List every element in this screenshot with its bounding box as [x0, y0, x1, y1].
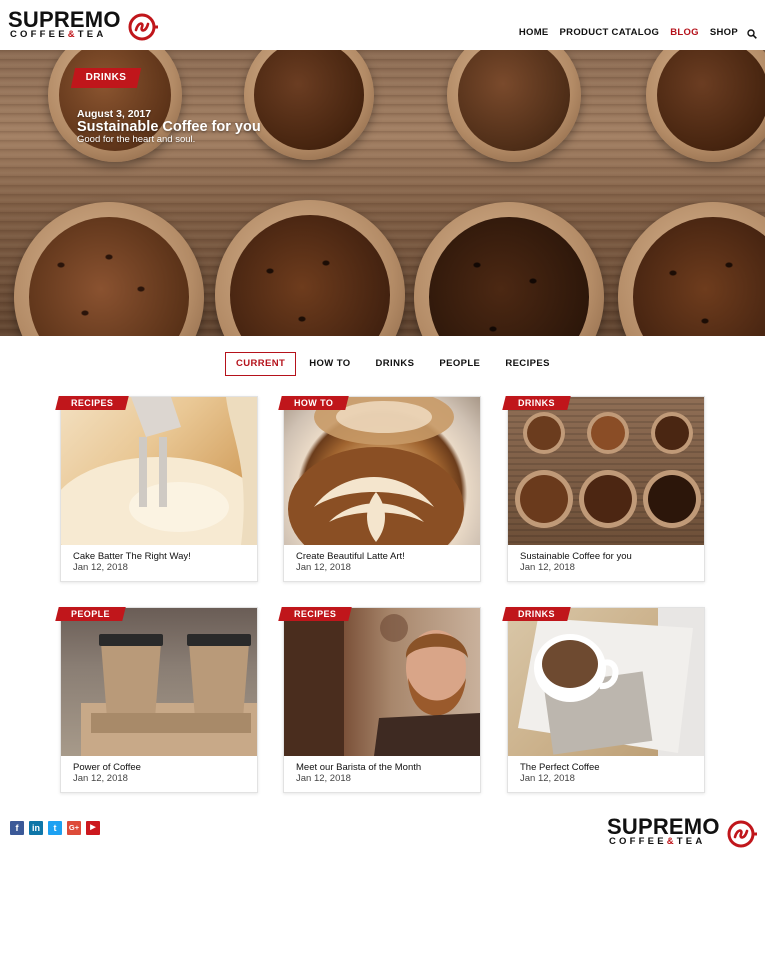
post-date: Jan 12, 2018	[296, 562, 351, 573]
brand-tagline-amp: &	[67, 29, 78, 40]
post-title[interactable]: Power of Coffee	[73, 762, 141, 773]
youtube-icon[interactable]: ▶	[86, 821, 100, 835]
coffee-cups-illustration	[81, 634, 257, 756]
post-category-badge[interactable]: DRINKS	[502, 607, 571, 621]
hero-bowl	[215, 200, 405, 336]
post-category-badge[interactable]: PEOPLE	[55, 607, 126, 621]
hero-bowl	[447, 50, 581, 162]
post-title[interactable]: Sustainable Coffee for you	[520, 551, 632, 562]
site-header: SUPREMO COFFEE&TEA HOME PRODUCT CATALOG …	[0, 0, 765, 50]
post-date: Jan 12, 2018	[520, 562, 575, 573]
facebook-icon[interactable]: f	[10, 821, 24, 835]
barista-illustration	[284, 608, 480, 756]
brand-mark-icon	[128, 13, 158, 41]
footer-tagline-right: TEA	[676, 836, 706, 847]
post-category-label: HOW TO	[294, 398, 334, 408]
post-title[interactable]: Cake Batter The Right Way!	[73, 551, 191, 562]
google-plus-icon[interactable]: G+	[67, 821, 81, 835]
latte-art-illustration	[288, 397, 464, 545]
tab-current[interactable]: CURRENT	[225, 352, 297, 376]
coffee-cup-illustration	[518, 608, 704, 756]
hero-bowl	[414, 202, 604, 336]
nav-home[interactable]: HOME	[519, 27, 549, 38]
post-category-label: DRINKS	[518, 609, 555, 619]
post-title[interactable]: Create Beautiful Latte Art!	[296, 551, 405, 562]
brand-tagline: COFFEE&TEA	[10, 30, 106, 40]
post-image[interactable]	[508, 397, 704, 545]
nav-shop[interactable]: SHOP	[710, 27, 738, 38]
twitter-icon[interactable]: t	[48, 821, 62, 835]
nav-blog[interactable]: BLOG	[670, 27, 699, 38]
post-category-badge[interactable]: DRINKS	[502, 396, 571, 410]
hero-category-label: DRINKS	[85, 72, 127, 83]
post-card[interactable]: PEOPLE Power of Coffee Jan 12, 2018	[55, 607, 258, 793]
post-category-label: RECIPES	[71, 398, 114, 408]
nav-product-catalog[interactable]: PRODUCT CATALOG	[560, 27, 660, 38]
footer-tagline-left: COFFEE	[609, 836, 667, 847]
main-nav: HOME PRODUCT CATALOG BLOG SHOP	[508, 27, 757, 39]
post-image[interactable]	[61, 397, 257, 545]
brand-tagline-left: COFFEE	[10, 29, 68, 40]
social-links: f in t G+ ▶	[10, 821, 105, 835]
post-image[interactable]	[508, 608, 704, 756]
mixer-illustration	[61, 397, 257, 545]
hero-subtitle: Good for the heart and soul.	[77, 134, 196, 145]
hero-bowl	[618, 202, 765, 336]
post-card[interactable]: DRINKS The Perfect Coffee Jan 12, 2018	[502, 607, 705, 793]
post-category-label: RECIPES	[294, 609, 337, 619]
search-icon[interactable]	[747, 28, 757, 39]
tab-recipes[interactable]: RECIPES	[505, 353, 550, 375]
post-date: Jan 12, 2018	[296, 773, 351, 784]
post-card[interactable]: HOW TO Create Beautiful Latte Art! Jan 1…	[278, 396, 481, 582]
brand-name: SUPREMO	[8, 7, 121, 32]
post-category-label: DRINKS	[518, 398, 555, 408]
category-filter-tabs: CURRENT HOW TO DRINKS PEOPLE RECIPES	[225, 352, 575, 376]
hero-bowl	[48, 50, 182, 162]
tab-people[interactable]: PEOPLE	[439, 353, 480, 375]
footer-brand-tagline: COFFEE&TEA	[609, 837, 705, 847]
footer-brand-logo[interactable]: SUPREMO COFFEE&TEA	[607, 816, 762, 850]
post-title[interactable]: Meet our Barista of the Month	[296, 762, 421, 773]
post-card[interactable]: RECIPES Meet our Barista of the Month Ja…	[278, 607, 481, 793]
post-image[interactable]	[61, 608, 257, 756]
post-category-label: PEOPLE	[71, 609, 110, 619]
post-date: Jan 12, 2018	[520, 773, 575, 784]
hero-bowl	[14, 202, 204, 336]
coffee-bowls-illustration	[515, 412, 701, 528]
hero-bowl	[646, 50, 765, 162]
tab-how-to[interactable]: HOW TO	[309, 353, 350, 375]
hero-title[interactable]: Sustainable Coffee for you	[77, 119, 261, 135]
hero-category-badge[interactable]: DRINKS	[70, 68, 142, 88]
post-category-badge[interactable]: RECIPES	[278, 607, 353, 621]
post-image[interactable]	[284, 608, 480, 756]
linkedin-icon[interactable]: in	[29, 821, 43, 835]
post-card[interactable]: DRINKS Sustainable Coffee for you Jan 12…	[502, 396, 705, 582]
post-image[interactable]	[284, 397, 480, 545]
post-date: Jan 12, 2018	[73, 773, 128, 784]
brand-logo[interactable]: SUPREMO COFFEE&TEA	[8, 9, 163, 43]
tab-drinks[interactable]: DRINKS	[376, 353, 415, 375]
post-title[interactable]: The Perfect Coffee	[520, 762, 600, 773]
brand-tagline-right: TEA	[77, 29, 107, 40]
post-category-badge[interactable]: HOW TO	[278, 396, 349, 410]
brand-mark-icon	[727, 820, 757, 848]
post-category-badge[interactable]: RECIPES	[55, 396, 130, 410]
footer-brand-name: SUPREMO	[607, 814, 720, 839]
hero-bowl	[244, 50, 374, 160]
footer-tagline-amp: &	[666, 836, 677, 847]
post-card[interactable]: RECIPES Cake Batter The Right Way! Jan 1…	[55, 396, 258, 582]
hero-banner[interactable]: DRINKS August 3, 2017 Sustainable Coffee…	[0, 50, 765, 336]
post-date: Jan 12, 2018	[73, 562, 128, 573]
